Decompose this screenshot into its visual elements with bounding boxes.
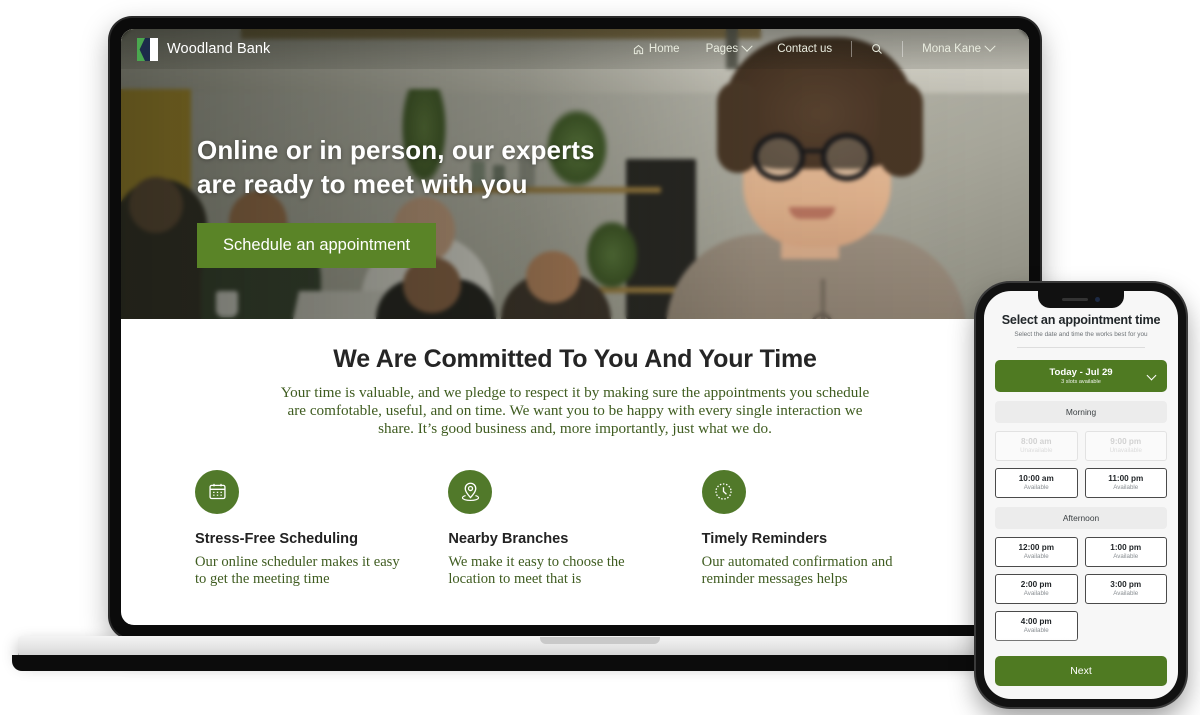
phone-screen: Select an appointment time Select the da… [984, 291, 1178, 699]
scroll-fade [984, 637, 1178, 653]
hero-title-line-2: are ready to meet with you [197, 168, 528, 199]
time-slot[interactable]: 10:00 am Available [995, 468, 1078, 498]
phone-page-title: Select an appointment time [1001, 313, 1161, 327]
time-slot-grid-afternoon: 12:00 pm Available 1:00 pm Available 2:0… [995, 537, 1167, 641]
chevron-down-icon [984, 40, 996, 52]
date-selector[interactable]: Today - Jul 29 3 slots available [995, 360, 1167, 392]
hero-title: Online or in person, our experts are rea… [197, 134, 595, 201]
nav-links: Home Pages Contact us Mona Kane [620, 40, 1007, 57]
nav-divider [851, 41, 853, 57]
laptop-shadow-foot [12, 655, 1144, 671]
calendar-icon [195, 469, 239, 514]
time-slot-status: Available [1113, 553, 1139, 560]
time-slot[interactable]: 1:00 pm Available [1084, 537, 1167, 567]
time-slot-time: 9:00 pm [1110, 437, 1142, 446]
section-header-morning: Morning [995, 401, 1167, 423]
nav-item-home[interactable]: Home [620, 43, 693, 55]
feature-body: Our automated confirmation and reminder … [701, 553, 893, 588]
phone-page-subtitle: Select the date and time the works best … [1014, 331, 1148, 338]
time-slot-time: 11:00 pm [1108, 474, 1144, 483]
time-slot-grid-morning: 8:00 am Unavailable 9:00 pm Unavailable … [995, 431, 1167, 498]
laptop-device: Woodland Bank Home Pages Contact us Mona… [110, 18, 1040, 638]
next-button[interactable]: Next [995, 656, 1167, 686]
feature-body: Our online scheduler makes it easy to ge… [195, 553, 400, 588]
nav-item-home-label: Home [648, 43, 680, 55]
camera-icon [1095, 297, 1100, 302]
nav-divider-2 [902, 41, 904, 57]
hero-copy: Online or in person, our experts are rea… [197, 134, 595, 269]
nav-item-pages-label: Pages [705, 43, 739, 55]
time-slot-time: 3:00 pm [1110, 580, 1142, 589]
map-pin-icon [448, 469, 493, 514]
feature-card-branches: Nearby Branches We make it easy to choos… [448, 469, 701, 589]
time-slot-status: Available [1113, 590, 1139, 597]
nav-item-contact[interactable]: Contact us [764, 43, 845, 55]
committed-paragraph: Your time is valuable, and we pledge to … [280, 384, 870, 437]
time-slot: 8:00 am Unavailable [995, 431, 1078, 461]
time-slot-status: Unavailable [1020, 447, 1053, 454]
time-slot-status: Available [1023, 590, 1049, 597]
top-navigation: Woodland Bank Home Pages Contact us Mona… [121, 29, 1029, 69]
features-row: Stress-Free Scheduling Our online schedu… [121, 437, 1029, 589]
date-selector-slots-note: 3 slots available [1061, 379, 1101, 385]
user-menu[interactable]: Mona Kane [909, 40, 1007, 55]
time-slot[interactable]: 12:00 pm Available [995, 537, 1078, 567]
feature-card-reminders: Timely Reminders Our automated confirmat… [701, 469, 955, 589]
time-slot-status: Available [1023, 484, 1049, 491]
home-icon [633, 44, 644, 55]
clock-icon [701, 469, 746, 514]
speaker-icon [1062, 298, 1088, 301]
appointment-picker: Select an appointment time Select the da… [984, 291, 1178, 641]
phone-notch [1038, 291, 1124, 308]
schedule-appointment-button[interactable]: Schedule an appointment [197, 223, 437, 269]
brand[interactable]: Woodland Bank [137, 37, 271, 61]
feature-title: Nearby Branches [448, 530, 569, 547]
feature-title: Stress-Free Scheduling [195, 530, 359, 547]
committed-heading: We Are Committed To You And Your Time [333, 345, 817, 373]
time-slot[interactable]: 2:00 pm Available [995, 574, 1078, 604]
user-menu-label: Mona Kane [922, 43, 981, 55]
time-slot-time: 8:00 am [1021, 437, 1052, 446]
time-slot: 9:00 pm Unavailable [1084, 431, 1167, 461]
search-button[interactable] [858, 43, 896, 55]
time-slot-time: 4:00 pm [1020, 617, 1052, 626]
phone-device: Select an appointment time Select the da… [976, 283, 1186, 707]
woodland-logo-icon [137, 37, 158, 61]
feature-card-scheduling: Stress-Free Scheduling Our online schedu… [195, 469, 448, 589]
brand-name: Woodland Bank [167, 41, 271, 57]
hero-title-line-1: Online or in person, our experts [197, 135, 595, 165]
website: Woodland Bank Home Pages Contact us Mona… [121, 29, 1029, 625]
nav-item-contact-label: Contact us [777, 43, 833, 55]
search-icon [871, 43, 883, 55]
time-slot[interactable]: 3:00 pm Available [1084, 574, 1167, 604]
chevron-down-icon [741, 40, 753, 52]
committed-section: We Are Committed To You And Your Time Yo… [121, 319, 1029, 438]
feature-body: We make it easy to choose the location t… [448, 553, 625, 588]
section-header-afternoon: Afternoon [995, 507, 1167, 529]
time-slot-time: 2:00 pm [1020, 580, 1052, 589]
time-slot-status: Available [1023, 627, 1049, 634]
time-slot-status: Available [1023, 553, 1049, 560]
time-slot-time: 12:00 pm [1018, 543, 1055, 552]
feature-title: Timely Reminders [701, 530, 828, 547]
laptop-screen: Woodland Bank Home Pages Contact us Mona… [121, 29, 1029, 625]
nav-item-pages[interactable]: Pages [693, 40, 765, 55]
time-slot-status: Unavailable [1109, 447, 1142, 454]
time-slot[interactable]: 11:00 pm Available [1084, 468, 1167, 498]
laptop-base-notch [540, 637, 660, 644]
time-slot-time: 1:00 pm [1110, 543, 1142, 552]
mockup-stage: Woodland Bank Home Pages Contact us Mona… [0, 0, 1200, 715]
time-slot-status: Available [1113, 484, 1139, 491]
hero-section: Woodland Bank Home Pages Contact us Mona… [121, 29, 1029, 319]
date-selector-label: Today - Jul 29 [1049, 367, 1113, 378]
divider [1017, 347, 1145, 348]
time-slot-time: 10:00 am [1018, 474, 1054, 483]
